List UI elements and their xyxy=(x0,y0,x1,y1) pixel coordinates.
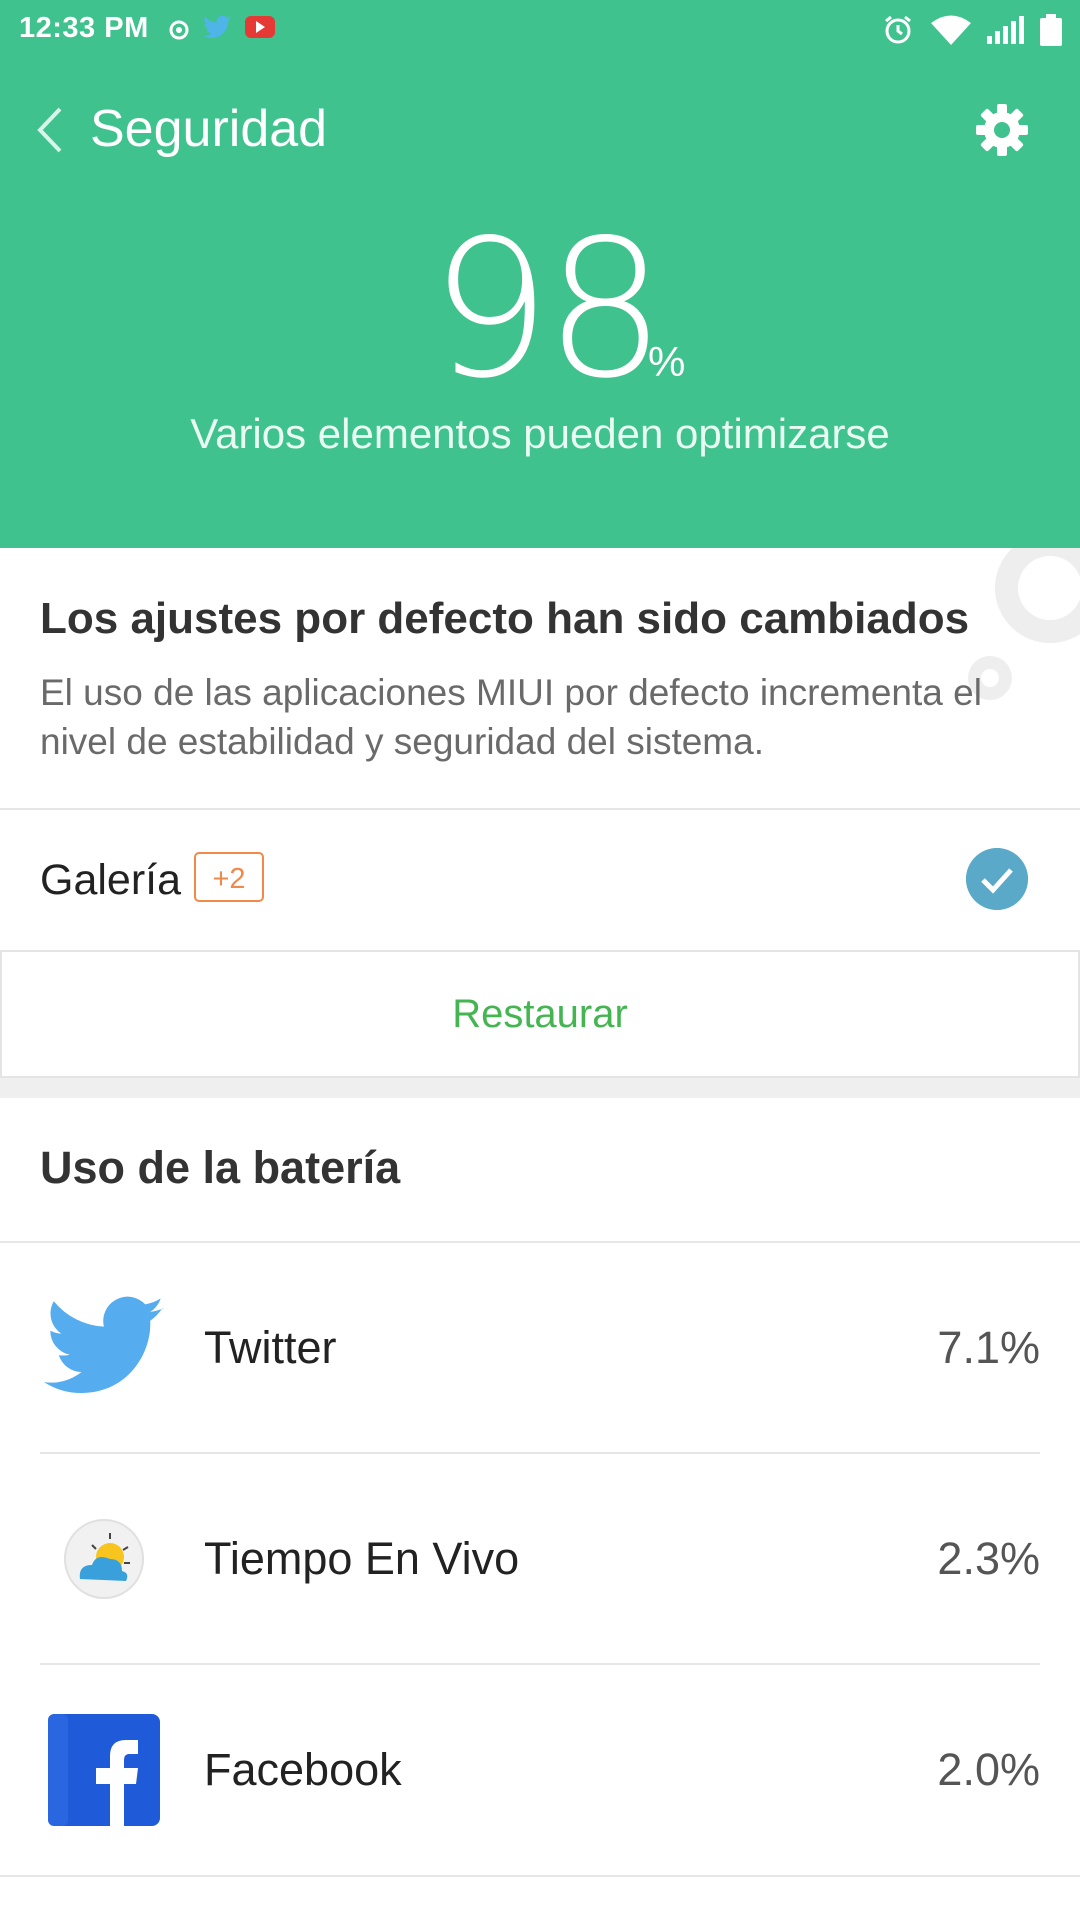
score-unit: % xyxy=(648,338,686,385)
security-header: 12:33 PM Seguridad 98 % Varios elementos… xyxy=(0,0,1080,548)
battery-app-row[interactable]: Tiempo En Vivo 2.3% xyxy=(0,1455,1080,1665)
gallery-label: Galería xyxy=(40,856,182,904)
default-apps-title: Los ajustes por defecto han sido cambiad… xyxy=(40,594,970,643)
app-battery-percent: 2.3% xyxy=(937,1533,1040,1584)
divider xyxy=(0,1875,1080,1877)
signal-icon xyxy=(987,16,1024,44)
security-score: 98 % xyxy=(0,199,1080,420)
weather-icon xyxy=(64,1519,144,1599)
facebook-icon xyxy=(48,1714,160,1826)
battery-icon xyxy=(1040,14,1062,46)
app-battery-percent: 2.0% xyxy=(937,1744,1040,1795)
section-separator xyxy=(0,1078,1080,1098)
divider xyxy=(40,1663,1040,1665)
battery-usage-title: Uso de la batería xyxy=(40,1142,401,1193)
restore-button[interactable]: Restaurar xyxy=(0,950,1080,1078)
divider xyxy=(40,1452,1040,1454)
twitter-icon xyxy=(44,1296,164,1393)
status-time: 12:33 PM xyxy=(19,12,149,44)
score-value: 98 xyxy=(430,199,666,420)
app-name: Facebook xyxy=(204,1744,402,1795)
settings-gear-icon[interactable] xyxy=(974,102,1030,158)
back-arrow-icon[interactable] xyxy=(34,105,64,155)
default-app-item-gallery[interactable]: Galería +2 xyxy=(0,810,1080,950)
default-apps-description: El uso de las aplicaciones MIUI por defe… xyxy=(40,672,982,762)
checkmark-icon[interactable] xyxy=(966,848,1028,910)
battery-app-row[interactable]: Twitter 7.1% xyxy=(0,1244,1080,1454)
alarm-icon xyxy=(885,15,911,44)
app-name: Twitter xyxy=(204,1322,337,1373)
title-bar: Seguridad xyxy=(0,95,1080,165)
youtube-notification-icon xyxy=(245,16,275,38)
wifi-icon xyxy=(931,15,971,45)
camera-notification-icon xyxy=(169,20,189,40)
page-title: Seguridad xyxy=(90,100,328,158)
status-bar: 12:33 PM xyxy=(0,0,1080,60)
app-name: Tiempo En Vivo xyxy=(204,1533,520,1584)
battery-app-row[interactable]: Facebook 2.0% xyxy=(0,1666,1080,1876)
twitter-notification-icon xyxy=(203,15,231,39)
score-subtitle: Varios elementos pueden optimizarse xyxy=(190,410,890,457)
count-badge: +2 xyxy=(194,852,264,902)
app-battery-percent: 7.1% xyxy=(937,1322,1040,1373)
divider xyxy=(0,1241,1080,1243)
